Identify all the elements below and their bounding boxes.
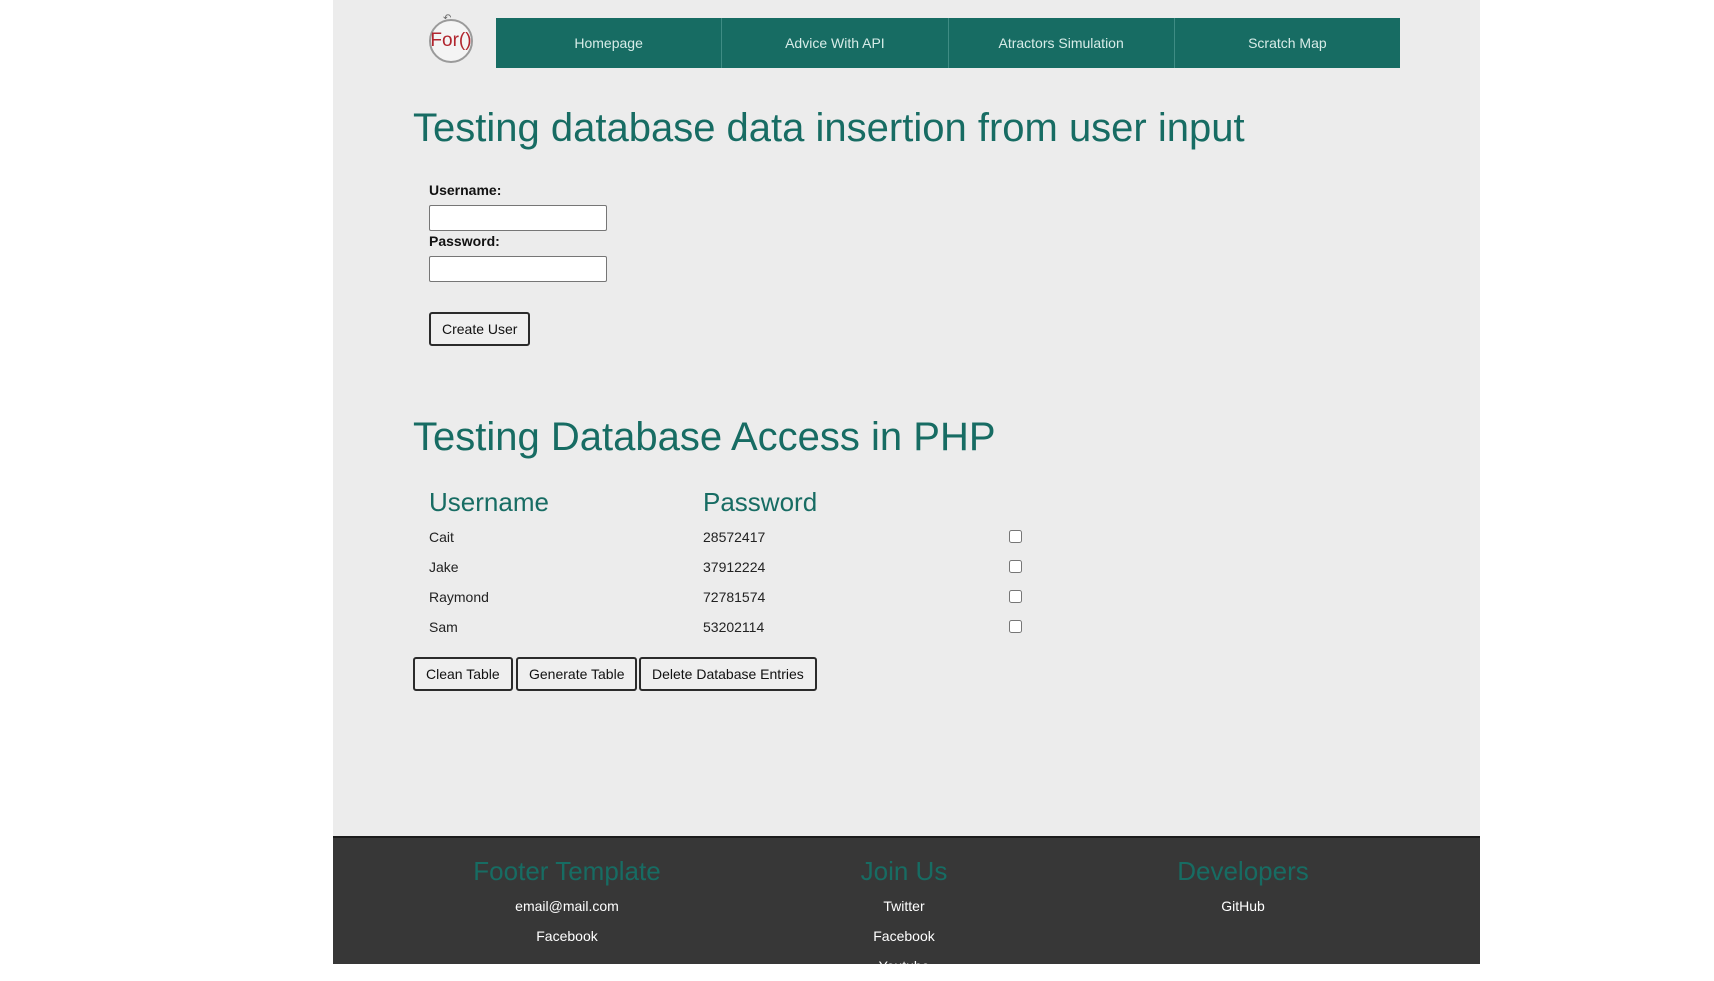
row-checkbox[interactable]: [1009, 560, 1022, 573]
footer-facebook-link[interactable]: Facebook: [754, 921, 1054, 951]
password-label: Password:: [429, 233, 500, 249]
site-logo[interactable]: ↶ For(): [429, 14, 473, 63]
footer-developers-title: Developers: [1177, 856, 1309, 886]
column-header-username: Username: [429, 487, 549, 517]
footer-twitter-link[interactable]: Twitter: [754, 891, 1054, 921]
nav-scratch-map[interactable]: Scratch Map: [1175, 18, 1400, 68]
nav-homepage[interactable]: Homepage: [496, 18, 723, 68]
row-password: 28572417: [703, 529, 766, 545]
footer-template-title: Footer Template: [473, 856, 661, 886]
footer-email-link[interactable]: email@mail.com: [417, 891, 717, 921]
row-checkbox[interactable]: [1009, 590, 1022, 603]
table-row: Sam 53202114: [429, 616, 1029, 638]
row-password: 53202114: [703, 619, 765, 635]
main-nav: Homepage Advice With API Atractors Simul…: [496, 18, 1400, 68]
footer-developers-column: Developers GitHub: [1093, 856, 1393, 921]
username-label: Username:: [429, 182, 502, 198]
footer-join-column: Join Us Twitter Facebook Youtube: [754, 856, 1054, 981]
nav-atractors-simulation[interactable]: Atractors Simulation: [949, 18, 1175, 68]
generate-table-button[interactable]: Generate Table: [516, 657, 638, 691]
column-header-password: Password: [703, 487, 818, 517]
password-input[interactable]: [429, 256, 607, 282]
row-password: 72781574: [703, 589, 766, 605]
site-footer: Footer Template email@mail.com Facebook …: [333, 836, 1480, 974]
logo-text: For(): [430, 30, 472, 51]
page-container: ↶ For() Homepage Advice With API Atracto…: [333, 0, 1480, 974]
row-password: 37912224: [703, 559, 766, 575]
table-row: Cait 28572417: [429, 526, 1029, 548]
footer-join-title: Join Us: [860, 856, 948, 886]
access-section-title: Testing Database Access in PHP: [413, 415, 996, 459]
row-checkbox[interactable]: [1009, 530, 1022, 543]
row-checkbox[interactable]: [1009, 620, 1022, 633]
create-user-button[interactable]: Create User: [429, 312, 531, 346]
nav-advice-with-api[interactable]: Advice With API: [722, 18, 949, 68]
delete-database-entries-button[interactable]: Delete Database Entries: [639, 657, 817, 691]
footer-facebook-link[interactable]: Facebook: [417, 921, 717, 951]
footer-github-link[interactable]: GitHub: [1093, 891, 1393, 921]
insert-section-title: Testing database data insertion from use…: [413, 106, 1245, 150]
footer-youtube-link[interactable]: Youtube: [754, 951, 1054, 981]
logo-arrow-icon: ↶: [443, 13, 452, 24]
table-row: Jake 37912224: [429, 556, 1029, 578]
clean-table-button[interactable]: Clean Table: [413, 657, 513, 691]
username-input[interactable]: [429, 205, 607, 231]
row-username: Sam: [429, 619, 458, 635]
row-username: Raymond: [429, 589, 489, 605]
table-row: Raymond 72781574: [429, 586, 1029, 608]
row-username: Cait: [429, 529, 454, 545]
row-username: Jake: [429, 559, 459, 575]
footer-template-column: Footer Template email@mail.com Facebook: [417, 856, 717, 951]
